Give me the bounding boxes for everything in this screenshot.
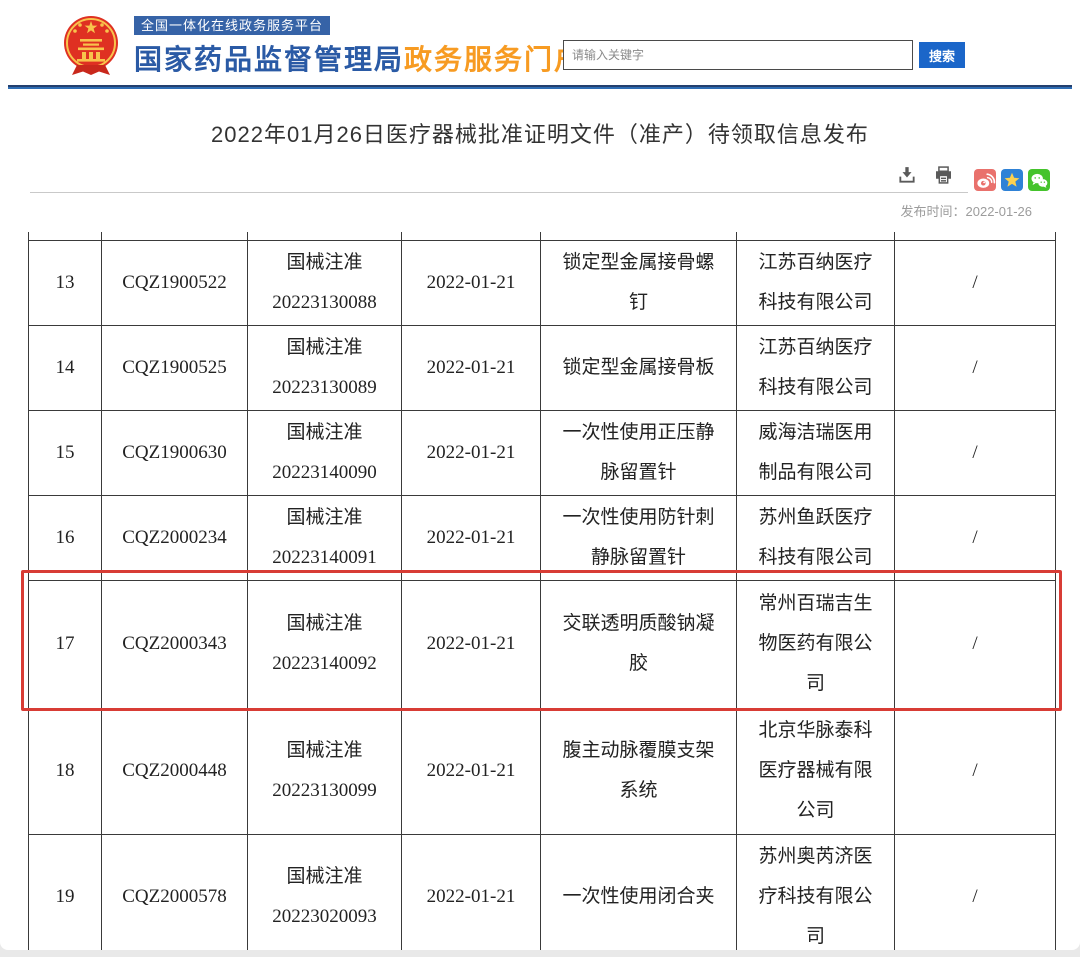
partial-row-top — [29, 232, 1056, 240]
cell-registration-cert: 国械注准 20223130089 — [248, 325, 402, 410]
publish-time: 发布时间：2022-01-26 — [0, 201, 1032, 220]
cert-number: 20223130088 — [252, 283, 397, 323]
cell-serial-no: 18 — [29, 708, 102, 834]
cell-registration-cert: 国械注准 20223140090 — [248, 410, 402, 495]
cell-acceptance-no: CQZ2000343 — [102, 580, 248, 708]
cert-number: 20223140091 — [252, 538, 397, 578]
cell-registration-cert: 国械注准 20223130088 — [248, 240, 402, 325]
cert-number: 20223130089 — [252, 368, 397, 408]
cell-product-name: 腹主动脉覆膜支架系统 — [541, 708, 737, 834]
cell-product-name: 锁定型金属接骨板 — [541, 325, 737, 410]
cell-registration-cert: 国械注准 20223140092 — [248, 580, 402, 708]
cell-registration-cert: 国械注准 20223130099 — [248, 708, 402, 834]
search-input[interactable] — [563, 40, 913, 70]
cell-product-name: 锁定型金属接骨螺钉 — [541, 240, 737, 325]
cert-number: 20223140090 — [252, 453, 397, 493]
print-icon[interactable] — [933, 165, 954, 185]
platform-badge: 全国一体化在线政务服务平台 — [134, 16, 330, 35]
toolbar-row — [30, 165, 1050, 193]
cert-prefix: 国械注准 — [252, 413, 397, 453]
cell-remark: / — [895, 834, 1056, 950]
toolbar-rule — [30, 165, 968, 193]
cell-product-name: 一次性使用闭合夹 — [541, 834, 737, 950]
page-title: 2022年01月26日医疗器械批准证明文件（准产）待领取信息发布 — [0, 117, 1080, 149]
table-row: 18 CQZ2000448 国械注准 20223130099 2022-01-2… — [29, 708, 1056, 834]
cell-acceptance-no: CQZ1900525 — [102, 325, 248, 410]
weibo-share-icon[interactable] — [974, 169, 996, 191]
qzone-share-icon[interactable] — [1001, 169, 1023, 191]
cert-number: 20223130099 — [252, 771, 397, 811]
table-row: 15 CQZ1900630 国械注准 20223140090 2022-01-2… — [29, 410, 1056, 495]
cell-serial-no: 17 — [29, 580, 102, 708]
cell-product-name: 交联透明质酸钠凝胶 — [541, 580, 737, 708]
approval-table: 13 CQZ1900522 国械注准 20223130088 2022-01-2… — [28, 232, 1056, 950]
search-button[interactable]: 搜索 — [919, 42, 965, 68]
table-row: 19 CQZ2000578 国械注准 20223020093 2022-01-2… — [29, 834, 1056, 950]
cert-prefix: 国械注准 — [252, 243, 397, 283]
cell-product-name: 一次性使用正压静脉留置针 — [541, 410, 737, 495]
approval-table-wrap: 13 CQZ1900522 国械注准 20223130088 2022-01-2… — [28, 232, 1055, 950]
cert-prefix: 国械注准 — [252, 498, 397, 538]
cell-company: 苏州鱼跃医疗科技有限公司 — [737, 495, 895, 580]
cell-remark: / — [895, 410, 1056, 495]
cell-approval-date: 2022-01-21 — [402, 410, 541, 495]
cell-acceptance-no: CQZ2000234 — [102, 495, 248, 580]
table-row: 16 CQZ2000234 国械注准 20223140091 2022-01-2… — [29, 495, 1056, 580]
cell-company: 江苏百纳医疗科技有限公司 — [737, 325, 895, 410]
portal-name: 政务服务门户 — [404, 44, 584, 75]
site-brand: 全国一体化在线政务服务平台 国家药品监督管理局政务服务门户 — [134, 14, 584, 78]
cell-product-name: 一次性使用防针刺静脉留置针 — [541, 495, 737, 580]
cell-serial-no: 15 — [29, 410, 102, 495]
cell-company: 苏州奥芮济医疗科技有限公司 — [737, 834, 895, 950]
header-divider-bar — [8, 85, 1072, 89]
cell-approval-date: 2022-01-21 — [402, 240, 541, 325]
cell-registration-cert: 国械注准 20223140091 — [248, 495, 402, 580]
cell-serial-no: 19 — [29, 834, 102, 950]
cert-prefix: 国械注准 — [252, 731, 397, 771]
cell-remark: / — [895, 240, 1056, 325]
cell-company: 江苏百纳医疗科技有限公司 — [737, 240, 895, 325]
cert-prefix: 国械注准 — [252, 857, 397, 897]
cell-remark: / — [895, 495, 1056, 580]
cell-approval-date: 2022-01-21 — [402, 834, 541, 950]
cell-remark: / — [895, 325, 1056, 410]
cell-registration-cert: 国械注准 20223020093 — [248, 834, 402, 950]
national-emblem-icon — [62, 14, 120, 78]
cell-acceptance-no: CQZ2000578 — [102, 834, 248, 950]
share-icons — [974, 169, 1050, 193]
cert-number: 20223020093 — [252, 897, 397, 937]
cell-serial-no: 14 — [29, 325, 102, 410]
agency-name: 国家药品监督管理局 — [134, 44, 404, 75]
cell-approval-date: 2022-01-21 — [402, 708, 541, 834]
cell-remark: / — [895, 580, 1056, 708]
search-area: 搜索 — [563, 40, 965, 70]
page-card: 全国一体化在线政务服务平台 国家药品监督管理局政务服务门户 搜索 2022年01… — [0, 0, 1080, 950]
cell-serial-no: 13 — [29, 240, 102, 325]
cell-acceptance-no: CQZ1900630 — [102, 410, 248, 495]
cell-serial-no: 16 — [29, 495, 102, 580]
cell-company: 威海洁瑞医用制品有限公司 — [737, 410, 895, 495]
cert-prefix: 国械注准 — [252, 604, 397, 644]
table-row: 14 CQZ1900525 国械注准 20223130089 2022-01-2… — [29, 325, 1056, 410]
cell-company: 北京华脉泰科医疗器械有限公司 — [737, 708, 895, 834]
cert-number: 20223140092 — [252, 644, 397, 684]
cell-remark: / — [895, 708, 1056, 834]
cell-approval-date: 2022-01-21 — [402, 580, 541, 708]
download-icon[interactable] — [897, 165, 917, 185]
site-title: 国家药品监督管理局政务服务门户 — [134, 38, 584, 78]
cell-approval-date: 2022-01-21 — [402, 495, 541, 580]
table-row-highlighted: 17 CQZ2000343 国械注准 20223140092 2022-01-2… — [29, 580, 1056, 708]
cell-company: 常州百瑞吉生物医药有限公司 — [737, 580, 895, 708]
cell-acceptance-no: CQZ1900522 — [102, 240, 248, 325]
wechat-share-icon[interactable] — [1028, 169, 1050, 191]
cert-prefix: 国械注准 — [252, 328, 397, 368]
cell-approval-date: 2022-01-21 — [402, 325, 541, 410]
site-header: 全国一体化在线政务服务平台 国家药品监督管理局政务服务门户 搜索 — [0, 0, 1080, 85]
cell-acceptance-no: CQZ2000448 — [102, 708, 248, 834]
table-row: 13 CQZ1900522 国械注准 20223130088 2022-01-2… — [29, 240, 1056, 325]
